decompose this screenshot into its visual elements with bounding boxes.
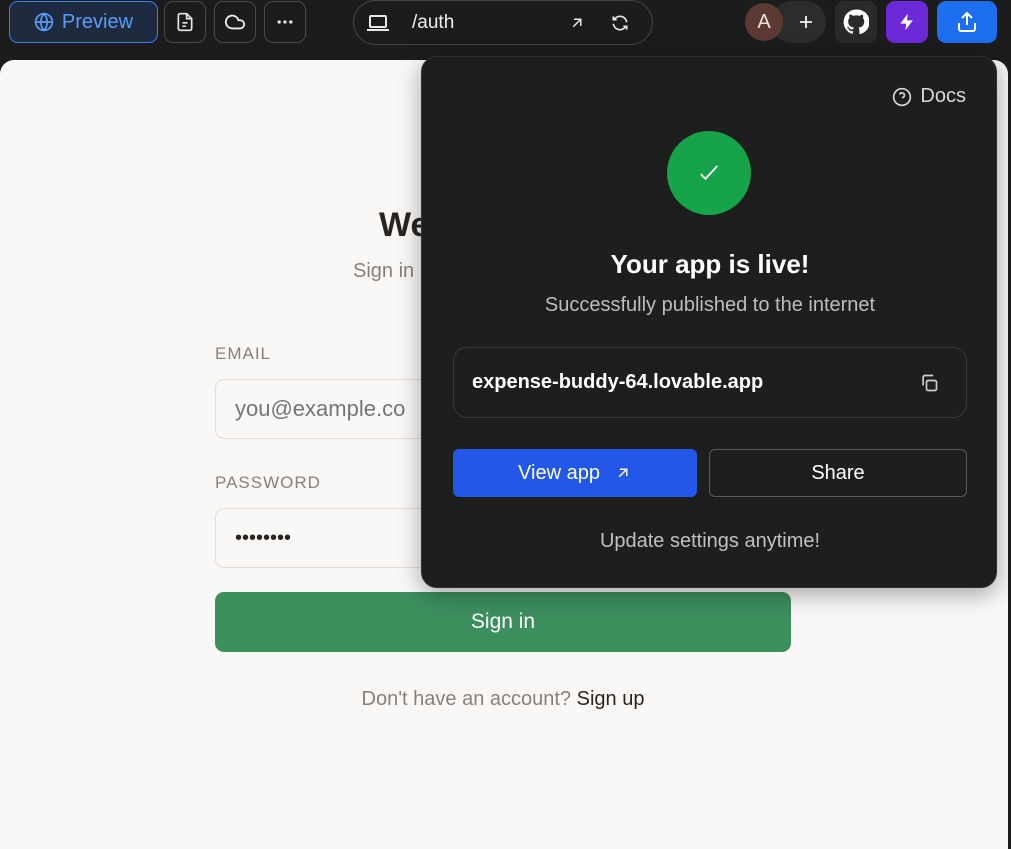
sign-in-button[interactable]: Sign in	[215, 592, 791, 652]
github-icon	[843, 9, 869, 35]
share-button[interactable]: Share	[709, 449, 967, 497]
view-app-label: View app	[518, 461, 600, 484]
update-note: Update settings anytime!	[599, 530, 821, 552]
copy-icon[interactable]	[919, 373, 939, 393]
more-icon	[275, 12, 295, 32]
url-path[interactable]: /auth	[412, 12, 568, 34]
docs-label: Docs	[920, 85, 966, 107]
preview-button[interactable]: Preview	[9, 1, 158, 43]
view-app-button[interactable]: View app	[453, 449, 697, 497]
upload-icon	[955, 10, 979, 34]
bolt-button[interactable]	[886, 1, 928, 43]
arrow-up-right-icon	[614, 464, 632, 482]
sign-up-link[interactable]: Sign up	[577, 688, 645, 710]
more-button[interactable]	[264, 1, 306, 43]
cloud-icon	[224, 11, 246, 33]
github-button[interactable]	[835, 1, 877, 43]
file-icon	[175, 12, 195, 32]
refresh-icon[interactable]	[610, 13, 632, 33]
popover-subtitle: Successfully published to the internet	[544, 294, 876, 316]
file-button[interactable]	[164, 1, 206, 43]
top-toolbar: Preview /auth A	[0, 0, 1011, 45]
docs-link[interactable]: Docs	[892, 85, 966, 108]
plus-icon	[797, 13, 815, 31]
url-bar[interactable]: /auth	[353, 0, 653, 45]
publish-popover: Docs Your app is live! Successfully publ…	[421, 56, 997, 588]
app-url: expense-buddy-64.lovable.app	[472, 371, 764, 393]
no-account-text: Don't have an account?	[361, 688, 572, 710]
check-icon	[695, 159, 723, 187]
arrow-up-right-icon[interactable]	[568, 14, 590, 32]
globe-icon	[34, 12, 54, 32]
signup-row: Don't have an account? Sign up	[0, 688, 1006, 711]
app-url-box: expense-buddy-64.lovable.app	[453, 347, 967, 418]
password-label: PASSWORD	[215, 473, 321, 492]
cloud-button[interactable]	[214, 1, 256, 43]
avatar[interactable]: A	[745, 3, 783, 41]
publish-button[interactable]	[937, 1, 997, 43]
preview-label: Preview	[61, 10, 134, 33]
help-circle-icon	[892, 87, 912, 107]
bolt-icon	[897, 10, 917, 34]
email-label: EMAIL	[215, 344, 272, 363]
popover-title: Your app is live!	[610, 249, 810, 279]
page-subtitle: Sign in	[353, 260, 415, 282]
laptop-icon[interactable]	[366, 13, 392, 33]
success-badge	[667, 131, 751, 215]
